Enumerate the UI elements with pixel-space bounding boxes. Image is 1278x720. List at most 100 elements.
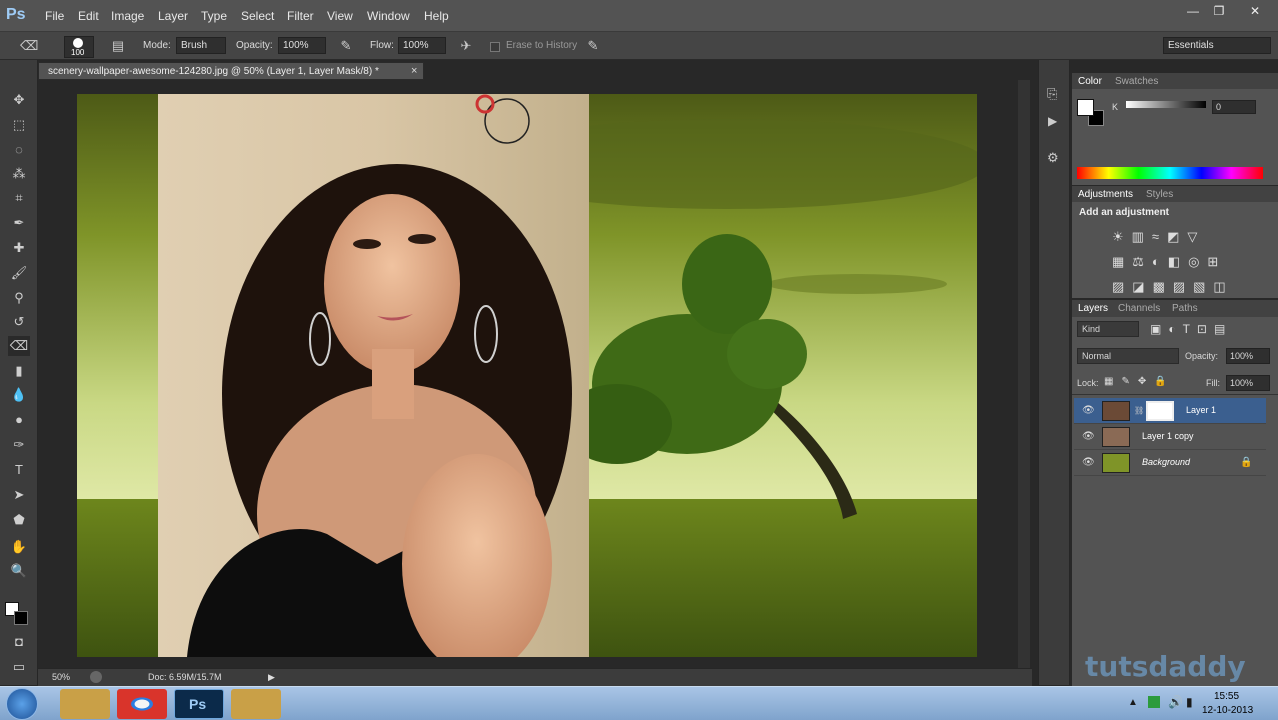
airbrush-icon[interactable]: ✈ [458, 38, 474, 54]
layer-row-background[interactable]: 👁 Background 🔒 [1074, 450, 1266, 476]
tab-layers[interactable]: Layers [1078, 303, 1108, 314]
volume-icon[interactable]: 🔊 [1168, 695, 1183, 709]
tab-adjustments[interactable]: Adjustments [1078, 189, 1133, 200]
visibility-eye-icon[interactable]: 👁 [1082, 431, 1095, 442]
canvas-artwork [77, 94, 977, 657]
layer-name[interactable]: Layer 1 copy [1142, 431, 1194, 441]
clock-date[interactable]: 12-10-2013 [1202, 705, 1253, 716]
vertical-scrollbar[interactable] [1018, 80, 1030, 668]
marquee-tool-icon[interactable]: ⬚ [8, 115, 30, 135]
pressure-size-icon[interactable]: ✎ [585, 38, 601, 54]
pressure-opacity-icon[interactable]: ✎ [338, 38, 354, 54]
minimize-button[interactable]: — [1182, 4, 1204, 20]
eraser-tool-icon[interactable]: ⌫ [8, 336, 30, 356]
type-tool-icon[interactable]: T [8, 460, 30, 480]
zoom-level[interactable]: 50% [52, 672, 70, 682]
restore-button[interactable]: ❐ [1208, 4, 1230, 20]
adjustments-panel: Adjustments Styles Add an adjustment ☀▥≈… [1072, 186, 1278, 298]
tab-paths[interactable]: Paths [1172, 303, 1198, 314]
chrome-taskbar-icon[interactable] [117, 689, 167, 719]
tray-expand-icon[interactable]: ▲ [1128, 697, 1138, 708]
folder-taskbar-icon[interactable] [231, 689, 281, 719]
layer-opacity-field[interactable]: 100% [1226, 348, 1270, 364]
quick-select-tool-icon[interactable]: ⁂ [8, 164, 30, 184]
layer-filter-select[interactable]: Kind [1077, 321, 1139, 337]
brush-tool-icon[interactable]: 🖌 [8, 263, 30, 283]
menu-select[interactable]: Select [241, 9, 274, 23]
layer-row-layer-1-copy[interactable]: 👁 Layer 1 copy [1074, 424, 1266, 450]
menu-help[interactable]: Help [424, 9, 449, 23]
tab-styles[interactable]: Styles [1146, 189, 1173, 200]
shape-tool-icon[interactable]: ⬟ [8, 510, 30, 530]
start-button[interactable] [6, 688, 38, 720]
color-spectrum-bar[interactable] [1077, 167, 1263, 179]
menu-image[interactable]: Image [111, 9, 144, 23]
properties-panel-icon[interactable]: ⚙ [1047, 150, 1059, 166]
k-value-field[interactable]: 0 [1212, 100, 1256, 114]
tab-color[interactable]: Color [1078, 76, 1102, 87]
menu-file[interactable]: File [45, 9, 64, 23]
layer-name[interactable]: Background [1142, 457, 1190, 467]
quick-mask-icon[interactable]: ◘ [8, 632, 30, 652]
eyedropper-tool-icon[interactable]: ✒ [8, 213, 30, 233]
stamp-tool-icon[interactable]: ⚲ [8, 288, 30, 308]
brush-panel-icon[interactable]: ▤ [110, 38, 126, 54]
status-menu-arrow-icon[interactable]: ▶ [268, 672, 275, 683]
visibility-eye-icon[interactable]: 👁 [1082, 405, 1095, 416]
clock-time[interactable]: 15:55 [1214, 691, 1239, 702]
layer-row-layer-1[interactable]: 👁 ⛓ Layer 1 [1074, 398, 1266, 424]
mode-select[interactable]: Brush [176, 37, 226, 54]
history-brush-tool-icon[interactable]: ↺ [8, 312, 30, 332]
menu-filter[interactable]: Filter [287, 9, 314, 23]
menu-type[interactable]: Type [201, 9, 227, 23]
hand-tool-icon[interactable]: ✋ [8, 537, 30, 557]
layer-filter-icons[interactable]: ▣◐T⊡▤ [1150, 322, 1232, 336]
menu-window[interactable]: Window [367, 9, 410, 23]
opacity-field[interactable]: 100% [278, 37, 326, 54]
explorer-taskbar-icon[interactable] [60, 689, 110, 719]
k-slider-track[interactable] [1126, 101, 1206, 108]
menu-edit[interactable]: Edit [78, 9, 99, 23]
image-canvas[interactable] [77, 94, 977, 657]
lock-icons[interactable]: ▦✎✥🔒 [1104, 376, 1175, 387]
tray-app-icon[interactable] [1148, 696, 1160, 708]
dodge-tool-icon[interactable]: ● [8, 410, 30, 430]
pen-tool-icon[interactable]: ✑ [8, 435, 30, 455]
zoom-tool-icon[interactable]: 🔍 [8, 561, 30, 581]
crop-tool-icon[interactable]: ⌗ [8, 188, 30, 208]
path-select-tool-icon[interactable]: ➤ [8, 485, 30, 505]
eraser-tool-icon[interactable]: ⌫ [20, 38, 38, 54]
close-tab-icon[interactable]: × [411, 65, 417, 77]
flow-field[interactable]: 100% [398, 37, 446, 54]
mask-link-icon[interactable]: ⛓ [1134, 406, 1144, 415]
close-window-button[interactable]: ✕ [1244, 4, 1266, 20]
brush-preset-picker[interactable]: 100 [64, 36, 94, 58]
background-color-swatch[interactable] [14, 611, 28, 625]
tab-channels[interactable]: Channels [1118, 303, 1160, 314]
workspace-switcher[interactable]: Essentials [1163, 37, 1271, 54]
move-tool-icon[interactable]: ✥ [8, 90, 30, 110]
history-panel-icon[interactable]: ⎘ [1047, 86, 1057, 102]
actions-panel-icon[interactable]: ▶ [1048, 114, 1057, 128]
layer-mask-thumbnail[interactable] [1146, 401, 1174, 421]
color-panel: Color Swatches K 0 [1072, 73, 1278, 185]
menu-view[interactable]: View [327, 9, 353, 23]
photoshop-taskbar-icon[interactable]: Ps [174, 689, 224, 719]
foreground-color-chip[interactable] [1077, 99, 1094, 116]
lasso-tool-icon[interactable]: ◌ [8, 140, 30, 160]
network-icon[interactable]: ▮ [1186, 695, 1193, 709]
erase-history-checkbox[interactable] [490, 42, 500, 52]
blend-mode-select[interactable]: Normal [1077, 348, 1179, 364]
adjustment-icon-grid[interactable]: ☀▥≈◩▽ ▦⚖◐◧◎⊞ ▨◪▩▨▧◫ [1112, 224, 1252, 299]
layer-name[interactable]: Layer 1 [1186, 405, 1216, 415]
tab-swatches[interactable]: Swatches [1115, 76, 1158, 87]
gradient-tool-icon[interactable]: ▮ [8, 361, 30, 381]
healing-tool-icon[interactable]: ✚ [8, 238, 30, 258]
fill-field[interactable]: 100% [1226, 375, 1270, 391]
status-options-icon[interactable] [90, 671, 102, 683]
document-tab[interactable]: scenery-wallpaper-awesome-124280.jpg @ 5… [38, 62, 424, 80]
menu-layer[interactable]: Layer [158, 9, 188, 23]
blur-tool-icon[interactable]: 💧 [8, 385, 30, 405]
screen-mode-icon[interactable]: ▭ [8, 657, 30, 677]
visibility-eye-icon[interactable]: 👁 [1082, 457, 1095, 468]
